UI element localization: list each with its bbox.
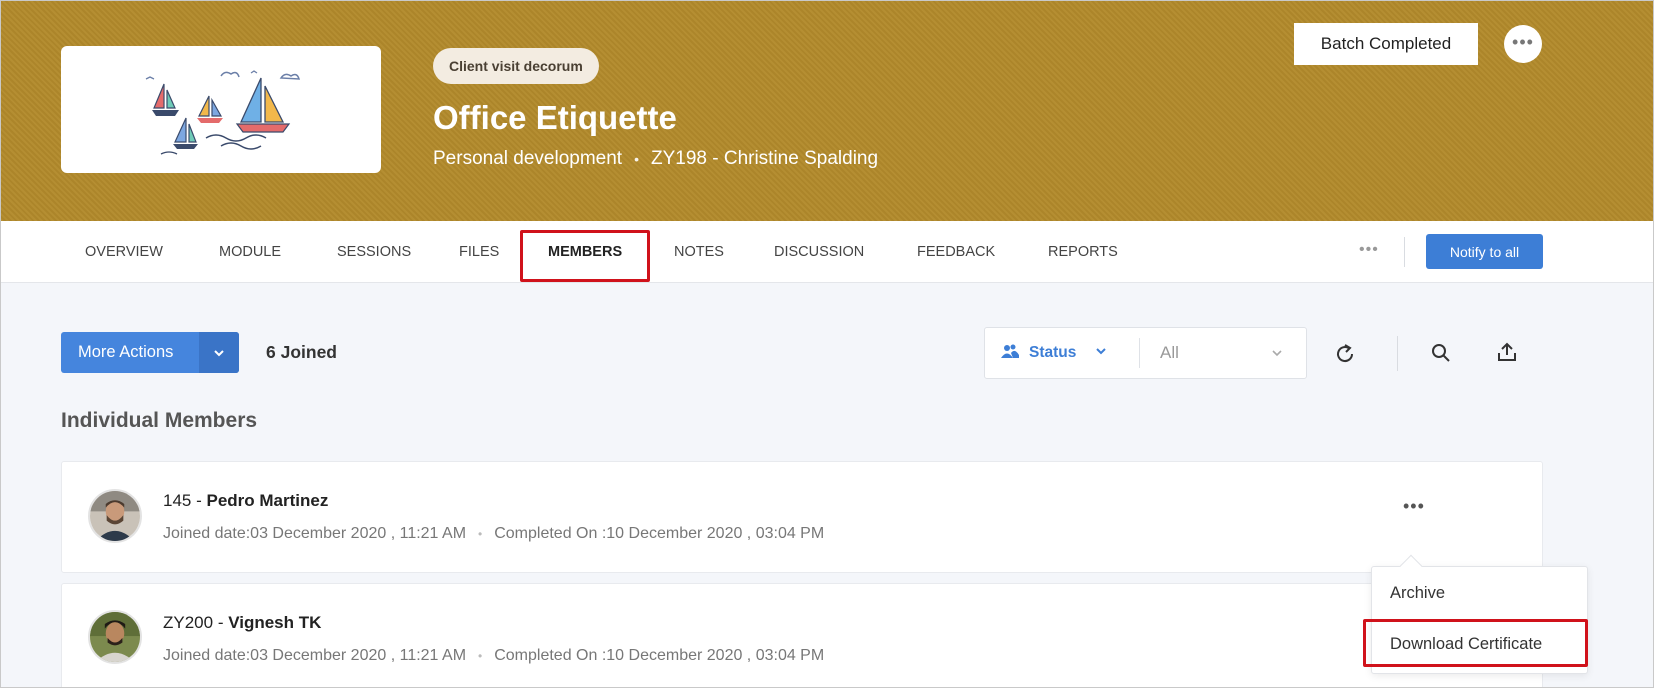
tab-notes[interactable]: NOTES <box>674 221 724 283</box>
subtitle-separator: • <box>634 151 639 167</box>
member-row[interactable]: ZY200 - Vignesh TK Joined date:03 Decemb… <box>61 583 1543 687</box>
notify-all-button[interactable]: Notify to all <box>1426 234 1543 269</box>
tab-discussion[interactable]: DISCUSSION <box>774 221 864 283</box>
course-subtitle: Personal development • ZY198 - Christine… <box>433 148 878 170</box>
tab-members[interactable]: MEMBERS <box>548 221 622 283</box>
more-actions-button[interactable]: More Actions <box>61 332 239 373</box>
sailboats-illustration <box>145 70 301 155</box>
banner-more-button[interactable]: ••• <box>1504 25 1542 63</box>
tab-module[interactable]: MODULE <box>219 221 281 283</box>
joined-date: Joined date:03 December 2020 , 11:21 AM <box>163 647 467 664</box>
member-more-button[interactable]: ••• <box>1403 496 1425 517</box>
member-name[interactable]: Vignesh TK <box>228 613 321 632</box>
more-actions-label: More Actions <box>78 343 174 361</box>
member-context-menu: Archive Download Certificate <box>1371 554 1588 674</box>
course-category: Personal development <box>433 148 623 169</box>
menu-item-download-certificate[interactable]: Download Certificate <box>1390 635 1542 654</box>
tab-files[interactable]: FILES <box>459 221 499 283</box>
avatar <box>88 610 142 664</box>
meta-separator: • <box>478 527 483 541</box>
member-row[interactable]: 145 - Pedro Martinez Joined date:03 Dece… <box>61 461 1543 573</box>
member-meta: Joined date:03 December 2020 , 11:21 AM … <box>163 525 824 543</box>
tab-overview[interactable]: OVERVIEW <box>85 221 163 283</box>
chevron-down-icon <box>1094 344 1108 363</box>
app-frame: Client visit decorum Office Etiquette Pe… <box>0 0 1654 688</box>
joined-count: 6 Joined <box>266 342 337 362</box>
refresh-icon[interactable] <box>1333 342 1357 366</box>
course-thumbnail <box>61 46 381 173</box>
completed-date: Completed On :10 December 2020 , 03:04 P… <box>494 647 825 664</box>
course-tag: Client visit decorum <box>433 48 599 84</box>
course-banner: Client visit decorum Office Etiquette Pe… <box>1 1 1653 221</box>
export-icon[interactable] <box>1495 340 1519 364</box>
meta-separator: • <box>478 649 483 663</box>
member-id: ZY200 <box>163 613 214 632</box>
tabs-more-button[interactable]: ••• <box>1359 221 1379 283</box>
course-owner: ZY198 - Christine Spalding <box>650 148 879 169</box>
filter-divider <box>1139 338 1140 368</box>
member-name-line: ZY200 - Vignesh TK <box>163 613 322 632</box>
status-filter-label: Status <box>1029 344 1077 361</box>
tab-sessions[interactable]: SESSIONS <box>337 221 411 283</box>
tab-feedback[interactable]: FEEDBACK <box>917 221 995 283</box>
toolbar-divider <box>1397 336 1398 371</box>
member-id: 145 <box>163 491 192 510</box>
status-filter-field[interactable]: Status <box>1001 328 1108 378</box>
joined-date: Joined date:03 December 2020 , 11:21 AM <box>163 525 467 542</box>
tab-bar: OVERVIEW MODULE SESSIONS FILES MEMBERS N… <box>1 221 1653 283</box>
status-filter[interactable]: Status All <box>984 327 1307 379</box>
chevron-down-icon <box>1270 346 1284 365</box>
tabs-divider <box>1404 237 1405 267</box>
avatar <box>88 489 142 543</box>
completed-date: Completed On :10 December 2020 , 03:04 P… <box>494 525 825 542</box>
section-title: Individual Members <box>61 409 258 432</box>
batch-completed-button[interactable]: Batch Completed <box>1294 23 1478 65</box>
chevron-down-icon[interactable] <box>199 332 239 373</box>
tab-reports[interactable]: REPORTS <box>1048 221 1118 283</box>
member-meta: Joined date:03 December 2020 , 11:21 AM … <box>163 647 824 665</box>
users-icon <box>1001 343 1019 364</box>
member-name-line: 145 - Pedro Martinez <box>163 491 329 510</box>
member-name[interactable]: Pedro Martinez <box>206 491 328 510</box>
course-title: Office Etiquette <box>433 99 677 136</box>
menu-item-archive[interactable]: Archive <box>1390 584 1445 603</box>
search-icon[interactable] <box>1429 341 1453 365</box>
filter-value[interactable]: All <box>1160 328 1179 378</box>
